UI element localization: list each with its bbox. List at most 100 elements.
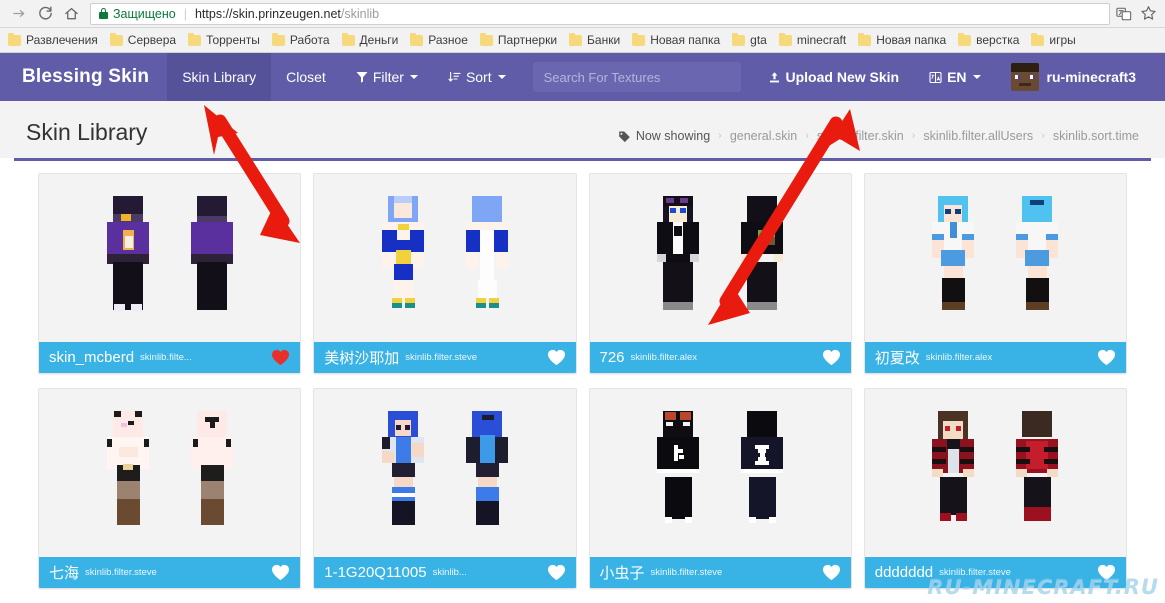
skin-preview[interactable] <box>589 389 851 557</box>
watermark: RU-MINECRAFT.RU <box>927 575 1159 599</box>
bookmark-item[interactable]: верстка <box>952 31 1025 49</box>
skin-model: skinlib.filter.steve <box>405 352 478 363</box>
breadcrumb-item-all-users[interactable]: skinlib.filter.allUsers <box>923 129 1033 143</box>
folder-icon <box>858 32 872 46</box>
bookmark-item[interactable]: minecraft <box>773 31 852 49</box>
like-button[interactable] <box>547 349 566 366</box>
skin-preview[interactable] <box>864 389 1126 557</box>
skin-card[interactable]: ddddddd skinlib.filter.steve <box>863 388 1127 589</box>
like-button[interactable] <box>271 349 290 366</box>
app-viewport: Blessing Skin Skin Library Closet Filter… <box>0 53 1165 603</box>
skin-grid: skin_mcberd skinlib.filte... 美树沙耶加 skinl… <box>22 173 1143 589</box>
bookmark-item[interactable]: gta <box>726 31 773 49</box>
bookmark-label: Деньги <box>359 33 399 47</box>
bookmark-item[interactable]: Новая папка <box>852 31 952 49</box>
skin-card[interactable]: skin_mcberd skinlib.filte... <box>38 173 302 374</box>
bookmark-item[interactable]: Торренты <box>182 31 266 49</box>
upload-new-skin-button[interactable]: Upload New Skin <box>753 69 915 85</box>
folder-icon <box>410 32 424 46</box>
bookmark-item[interactable]: Работа <box>266 31 336 49</box>
security-label: Защищено <box>113 6 176 21</box>
breadcrumb-item-sort-time[interactable]: skinlib.sort.time <box>1053 129 1139 143</box>
home-icon[interactable] <box>58 1 84 27</box>
forward-arrow-icon[interactable] <box>6 1 32 27</box>
bookmark-item[interactable]: Сервера <box>104 31 182 49</box>
skin-name: 726 <box>599 349 625 366</box>
breadcrumb-label: Now showing <box>635 129 711 143</box>
like-button[interactable] <box>822 349 841 366</box>
bookmark-item[interactable]: Новая папка <box>626 31 726 49</box>
skin-model: skinlib... <box>432 567 467 578</box>
toolbar-actions <box>1116 5 1159 22</box>
brand-logo[interactable]: Blessing Skin <box>0 53 167 101</box>
browser-toolbar: Защищено | https://skin.prinzeugen.net/s… <box>0 0 1165 28</box>
skin-front-view <box>97 407 159 539</box>
reload-icon[interactable] <box>32 1 58 27</box>
skin-preview[interactable] <box>39 389 301 557</box>
skin-preview[interactable] <box>39 174 301 342</box>
username-label: ru-minecraft3 <box>1046 69 1136 85</box>
skin-preview[interactable] <box>314 389 576 557</box>
like-button[interactable] <box>822 564 841 581</box>
language-icon <box>929 71 942 84</box>
skin-back-view <box>456 192 518 324</box>
skin-name: 1-1G20Q11005 <box>324 564 427 581</box>
address-bar[interactable]: Защищено | https://skin.prinzeugen.net/s… <box>90 2 1110 25</box>
skin-back-view <box>181 192 243 324</box>
skin-card[interactable]: 美树沙耶加 skinlib.filter.steve <box>313 173 577 374</box>
skin-card[interactable]: 七海 skinlib.filter.steve <box>38 388 302 589</box>
chevron-down-icon <box>409 75 418 79</box>
bookmark-item[interactable]: Деньги <box>336 31 405 49</box>
skin-card-footer: 小虫子 skinlib.filter.steve <box>589 557 851 588</box>
skin-name: 美树沙耶加 <box>324 350 400 367</box>
bookmark-label: Партнерки <box>497 33 558 47</box>
content-header: Skin Library Now showing › general.skin … <box>0 101 1165 158</box>
avatar <box>1010 63 1039 91</box>
breadcrumb-separator: › <box>718 130 722 142</box>
skin-card[interactable]: 1-1G20Q11005 skinlib... <box>313 388 577 589</box>
folder-icon <box>778 32 792 46</box>
skin-preview[interactable] <box>589 174 851 342</box>
bookmark-label: верстка <box>976 33 1020 47</box>
bookmark-item[interactable]: Партнерки <box>474 31 563 49</box>
skin-name: 初夏改 <box>874 350 920 367</box>
bookmark-item[interactable]: игры <box>1025 31 1081 49</box>
translate-icon[interactable] <box>1116 6 1132 22</box>
app-navbar: Blessing Skin Skin Library Closet Filter… <box>0 53 1165 101</box>
like-button[interactable] <box>1097 349 1116 366</box>
skin-preview[interactable] <box>864 174 1126 342</box>
folder-icon <box>479 32 493 46</box>
bookmark-label: gta <box>750 33 767 47</box>
nav-skin-library[interactable]: Skin Library <box>167 53 272 101</box>
nav-label: Sort <box>465 69 492 85</box>
bookmark-item[interactable]: Банки <box>563 31 626 49</box>
nav-closet[interactable]: Closet <box>271 53 341 101</box>
skin-back-view <box>731 407 793 539</box>
search-input[interactable] <box>532 62 741 92</box>
skin-preview[interactable] <box>314 174 576 342</box>
skin-back-view <box>456 407 518 539</box>
language-selector[interactable]: EN <box>914 69 995 85</box>
breadcrumb-item-filter-skin[interactable]: skinlib.filter.skin <box>817 129 904 143</box>
bookmark-item[interactable]: Развлечения <box>2 31 104 49</box>
bookmark-label: Сервера <box>127 33 177 47</box>
nav-sort[interactable]: Sort <box>433 53 521 101</box>
breadcrumb-item-general-skin[interactable]: general.skin <box>730 129 797 143</box>
nav-filter[interactable]: Filter <box>341 53 433 101</box>
skin-front-view <box>372 192 434 324</box>
folder-icon <box>341 32 355 46</box>
skin-name: skin_mcberd <box>49 349 135 366</box>
skin-front-view <box>922 192 984 324</box>
bookmark-label: minecraft <box>796 33 847 47</box>
user-menu[interactable]: ru-minecraft3 <box>996 63 1151 91</box>
bookmark-item[interactable]: Разное <box>404 31 474 49</box>
folder-icon <box>569 32 583 46</box>
skin-card[interactable]: 初夏改 skinlib.filter.alex <box>863 173 1127 374</box>
star-icon[interactable] <box>1140 5 1157 22</box>
like-button[interactable] <box>271 564 290 581</box>
like-button[interactable] <box>547 564 566 581</box>
skin-card[interactable]: 小虫子 skinlib.filter.steve <box>588 388 852 589</box>
skin-card[interactable]: 726 skinlib.filter.alex <box>588 173 852 374</box>
skin-model: skinlib.filte... <box>140 352 192 363</box>
skin-card-footer: 七海 skinlib.filter.steve <box>39 557 301 588</box>
